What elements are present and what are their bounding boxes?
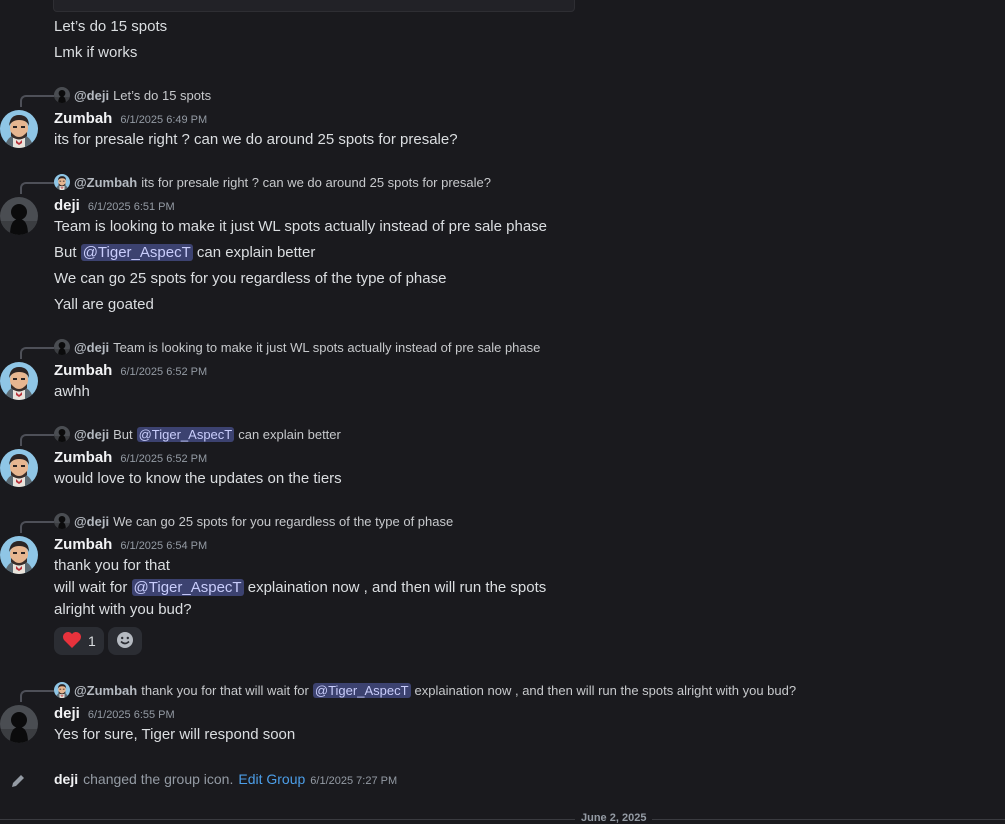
avatar	[54, 513, 70, 529]
heart-reaction[interactable]: 1	[54, 627, 104, 655]
pencil-icon	[10, 773, 26, 794]
username[interactable]: Zumbah	[54, 362, 112, 379]
reply-text: its for presale right ? can we do around…	[141, 174, 491, 190]
username[interactable]: Zumbah	[54, 110, 112, 127]
avatar[interactable]	[0, 705, 38, 743]
reply-connector	[20, 347, 54, 359]
user-mention[interactable]: @Tiger_AspecT	[136, 426, 235, 442]
reply-username[interactable]: @deji	[74, 340, 109, 355]
embed-card	[53, 0, 575, 12]
reply-text: We can go 25 spots for you regardless of…	[113, 513, 454, 529]
heart-icon	[62, 631, 82, 652]
reply-username[interactable]: @deji	[74, 514, 109, 529]
reply-connector	[20, 182, 54, 194]
timestamp: 6/1/2025 6:55 PM	[87, 709, 175, 721]
system-text: changed the group icon.	[83, 771, 234, 787]
reply-username[interactable]: @deji	[74, 88, 109, 103]
message-line: thank you for that	[54, 557, 170, 574]
system-message: deji changed the group icon. Edit Group …	[54, 771, 397, 787]
message-header: deji 6/1/2025 6:51 PM	[54, 197, 175, 214]
message-text: can explain better	[196, 244, 316, 261]
username[interactable]: deji	[54, 197, 80, 214]
reply-preview[interactable]: @deji We can go 25 spots for you regardl…	[54, 512, 453, 530]
message-header: Zumbah 6/1/2025 6:54 PM	[54, 536, 207, 553]
reply-text: Let’s do 15 spots	[113, 87, 212, 103]
reply-preview[interactable]: @Zumbah its for presale right ? can we d…	[54, 173, 491, 191]
reply-text: explaination now , and then will run the…	[414, 682, 797, 698]
date-divider-label: June 2, 2025	[575, 812, 653, 824]
avatar	[54, 339, 70, 355]
smile-icon	[116, 631, 134, 652]
reply-text: thank you for that will wait for	[141, 682, 309, 698]
message-header: Zumbah 6/1/2025 6:49 PM	[54, 110, 207, 127]
message-line: But @Tiger_AspecT can explain better	[54, 243, 315, 263]
message-line: will wait for @Tiger_AspecT explaination…	[54, 578, 546, 598]
message-header: deji 6/1/2025 6:55 PM	[54, 705, 175, 722]
avatar[interactable]	[0, 449, 38, 487]
timestamp: 6/1/2025 6:51 PM	[87, 201, 175, 213]
reply-text: Team is looking to make it just WL spots…	[113, 339, 541, 355]
avatar	[54, 174, 70, 190]
reply-preview[interactable]: @deji But @Tiger_AspecT can explain bett…	[54, 425, 341, 443]
reply-preview[interactable]: @deji Let’s do 15 spots	[54, 86, 211, 104]
username[interactable]: Zumbah	[54, 449, 112, 466]
message-line: We can go 25 spots for you regardless of…	[54, 270, 447, 287]
message-line: Yes for sure, Tiger will respond soon	[54, 726, 296, 743]
reply-username[interactable]: @Zumbah	[74, 175, 137, 190]
username[interactable]: Zumbah	[54, 536, 112, 553]
edit-group-link[interactable]: Edit Group	[238, 771, 305, 787]
reply-connector	[20, 95, 54, 107]
date-divider	[0, 819, 1005, 820]
reply-text: can explain better	[238, 426, 341, 442]
avatar[interactable]	[0, 197, 38, 235]
user-mention[interactable]: @Tiger_AspecT	[131, 579, 244, 596]
username[interactable]: deji	[54, 771, 78, 787]
reply-preview[interactable]: @Zumbah thank you for that will wait for…	[54, 681, 796, 699]
message-line: alright with you bud?	[54, 601, 192, 618]
avatar	[54, 87, 70, 103]
reply-connector	[20, 690, 54, 702]
message-text: explaination now , and then will run the…	[247, 579, 547, 596]
message-line: Yall are goated	[54, 296, 154, 313]
reply-username[interactable]: @deji	[74, 427, 109, 442]
message-line: Team is looking to make it just WL spots…	[54, 218, 548, 235]
message-line: Let’s do 15 spots	[54, 18, 168, 35]
reply-username[interactable]: @Zumbah	[74, 683, 137, 698]
reply-preview[interactable]: @deji Team is looking to make it just WL…	[54, 338, 540, 356]
message-text: But	[54, 244, 77, 261]
avatar[interactable]	[0, 536, 38, 574]
message-header: Zumbah 6/1/2025 6:52 PM	[54, 362, 207, 379]
reactions-bar: 1	[54, 627, 142, 655]
user-mention[interactable]: @Tiger_AspecT	[312, 682, 411, 698]
message-line: its for presale right ? can we do around…	[54, 131, 458, 148]
reply-text: But	[113, 426, 133, 442]
timestamp: 6/1/2025 6:54 PM	[120, 540, 208, 552]
avatar[interactable]	[0, 362, 38, 400]
message-text: will wait for	[54, 579, 128, 596]
avatar[interactable]	[0, 110, 38, 148]
username[interactable]: deji	[54, 705, 80, 722]
reply-connector	[20, 521, 54, 533]
add-reaction-button[interactable]	[107, 627, 142, 655]
reply-connector	[20, 434, 54, 446]
avatar	[54, 426, 70, 442]
avatar	[54, 682, 70, 698]
user-mention[interactable]: @Tiger_AspecT	[80, 244, 193, 261]
timestamp: 6/1/2025 6:49 PM	[120, 114, 208, 126]
message-line: awhh	[54, 383, 90, 400]
timestamp: 6/1/2025 7:27 PM	[310, 775, 398, 787]
reaction-count: 1	[88, 633, 96, 649]
message-line: would love to know the updates on the ti…	[54, 470, 342, 487]
timestamp: 6/1/2025 6:52 PM	[120, 366, 208, 378]
message-header: Zumbah 6/1/2025 6:52 PM	[54, 449, 207, 466]
timestamp: 6/1/2025 6:52 PM	[120, 453, 208, 465]
message-line: Lmk if works	[54, 44, 138, 61]
